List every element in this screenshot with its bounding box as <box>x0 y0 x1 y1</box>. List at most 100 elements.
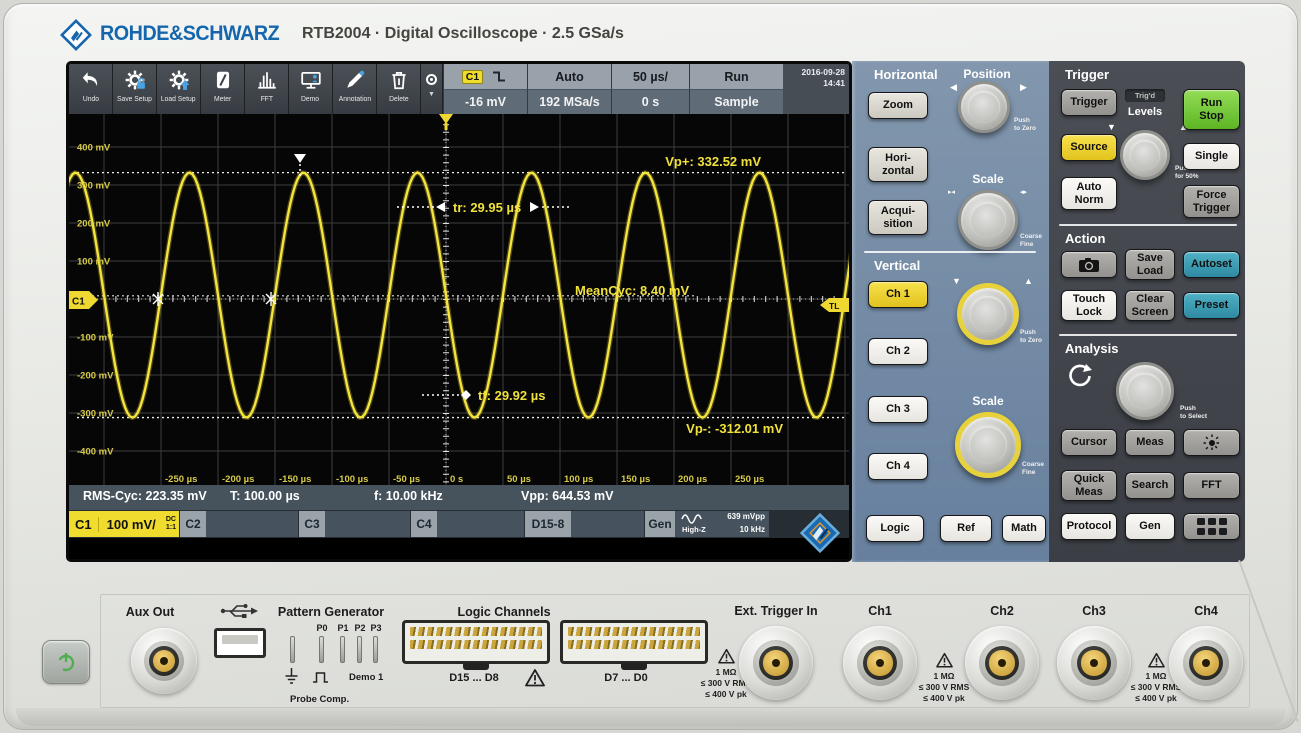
rs-logo-icon <box>58 17 94 53</box>
rise-time-annotation: tr: 29.95 µs <box>453 200 521 215</box>
ch4-connector <box>1169 626 1243 700</box>
cursor-button[interactable]: Cursor <box>1061 429 1117 456</box>
svg-text:-300 mV: -300 mV <box>77 409 114 420</box>
source-button[interactable]: Source <box>1061 134 1117 161</box>
toolbar-save-setup-button[interactable]: Save Setup <box>113 64 157 114</box>
trigger-levels-knob[interactable] <box>1120 130 1170 180</box>
waveform-area[interactable]: 400 mV300 mV200 mV100 mV0 V-100 mV-200 m… <box>69 114 849 485</box>
channel1-button[interactable]: Ch 1 <box>868 281 928 308</box>
levels-label: Levels <box>1125 106 1165 118</box>
toolbar-delete-button[interactable]: Delete <box>377 64 421 114</box>
protocol-button[interactable]: Protocol <box>1061 513 1117 540</box>
horizontal-button[interactable]: Hori- zontal <box>868 147 928 182</box>
channel4-button[interactable]: Ch 4 <box>868 453 928 480</box>
svg-text:TL: TL <box>829 301 839 311</box>
channel3-tab[interactable]: C3 <box>299 511 410 537</box>
preset-button[interactable]: Preset <box>1183 292 1240 319</box>
channel2-button[interactable]: Ch 2 <box>868 338 928 365</box>
status-acquire-mode[interactable]: Sample <box>689 89 783 114</box>
horizontal-scale-label: Scale <box>958 172 1018 186</box>
channel3-button[interactable]: Ch 3 <box>868 396 928 423</box>
run-stop-button[interactable]: Run Stop <box>1183 89 1240 130</box>
navigation-knob[interactable] <box>1116 362 1174 420</box>
gen-button[interactable]: Gen <box>1125 513 1175 540</box>
svg-text:-250 µs: -250 µs <box>165 474 197 485</box>
acquisition-button[interactable]: Acqui- sition <box>868 200 928 235</box>
auto-norm-button[interactable]: Auto Norm <box>1061 177 1117 210</box>
measurement-vpp: Vpp: 644.53 mV <box>521 489 613 503</box>
svg-text:-200 mV: -200 mV <box>77 371 114 382</box>
vertical-scale-knob[interactable] <box>955 412 1021 478</box>
status-sample-rate[interactable]: 192 MSa/s <box>527 89 611 114</box>
svg-text:200 mV: 200 mV <box>77 219 111 230</box>
logic-button[interactable]: Logic <box>866 515 924 542</box>
vertical-position-knob[interactable] <box>957 283 1019 345</box>
quick-meas-button[interactable]: Quick Meas <box>1061 470 1117 501</box>
screenshot-button[interactable] <box>1061 251 1117 278</box>
arrow-down-icon: ▼ <box>952 277 961 286</box>
toolbar-demo-button[interactable]: Demo <box>289 64 333 114</box>
zoom-button[interactable]: Zoom <box>868 92 928 119</box>
search-button[interactable]: Search <box>1125 472 1175 499</box>
demo1-label: Demo 1 <box>349 672 383 683</box>
power-icon <box>54 650 78 674</box>
save-load-button[interactable]: Save Load <box>1125 249 1175 280</box>
clear-screen-button[interactable]: Clear Screen <box>1125 290 1175 321</box>
status-datetime: 2016-09-28 14:41 <box>783 64 849 114</box>
ground-icon <box>285 668 298 685</box>
status-trigger-source[interactable]: C1 <box>443 64 527 89</box>
meas-button[interactable]: Meas <box>1125 429 1175 456</box>
fft-button[interactable]: FFT <box>1183 472 1240 499</box>
trigd-indicator: Trig'd <box>1125 89 1165 102</box>
pin-p2-label: P2 <box>353 623 367 633</box>
aux-out-connector <box>131 628 197 694</box>
ch3-connector <box>1057 626 1131 700</box>
toolbar-undo-button[interactable]: Undo <box>69 64 113 114</box>
svg-text:-50 µs: -50 µs <box>393 474 420 485</box>
pin-p0-label: P0 <box>315 623 329 633</box>
apps-grid-icon <box>1197 518 1227 535</box>
brightness-icon <box>1203 434 1221 452</box>
force-trigger-button[interactable]: Force Trigger <box>1183 185 1240 218</box>
status-timebase[interactable]: 50 µs/ <box>611 64 689 89</box>
channel2-tab[interactable]: C2 <box>180 511 298 537</box>
math-button[interactable]: Math <box>1002 515 1046 542</box>
pattern-generator-label: Pattern Generator <box>256 605 406 619</box>
toolbar-annotation-button[interactable]: Annotation <box>333 64 377 114</box>
trigger-button[interactable]: Trigger <box>1061 89 1117 116</box>
horizontal-position-knob[interactable] <box>958 81 1010 133</box>
ref-button[interactable]: Ref <box>940 515 992 542</box>
channel4-tab[interactable]: C4 <box>411 511 524 537</box>
trigger-position-marker[interactable] <box>439 114 453 124</box>
ch4-label: Ch4 <box>1176 604 1236 618</box>
square-wave-icon <box>312 671 329 684</box>
horizontal-scale-knob[interactable] <box>958 190 1018 250</box>
svg-text:50 µs: 50 µs <box>507 474 531 485</box>
logic-connector-high <box>402 620 550 664</box>
status-trigger-mode[interactable]: Auto <box>527 64 611 89</box>
status-run-state[interactable]: Run <box>689 64 783 89</box>
digital-channels-tab[interactable]: D15-8 <box>525 511 644 537</box>
ch1-connector <box>843 626 917 700</box>
channel1-tab[interactable]: C1 100 mV/ DC 1:1 <box>69 511 179 537</box>
d7-d0-label: D7 ... D0 <box>566 672 686 684</box>
toolbar-load-setup-button[interactable]: Load Setup <box>157 64 201 114</box>
horizontal-position-label: Position <box>952 67 1022 81</box>
power-button[interactable] <box>42 640 90 684</box>
toolbar-fft-button[interactable]: FFT <box>245 64 289 114</box>
ch2-connector <box>965 626 1039 700</box>
toolbar-record-button[interactable]: ▼ <box>421 64 443 114</box>
single-button[interactable]: Single <box>1183 143 1240 170</box>
intensity-button[interactable] <box>1183 429 1240 456</box>
falling-edge-icon <box>491 69 509 84</box>
usb-icon <box>218 603 258 619</box>
generator-tab[interactable]: Gen High-Z 639 mVpp 10 kHz <box>645 511 769 537</box>
toolbar-meter-button[interactable]: Meter <box>201 64 245 114</box>
probe-comp-pin <box>290 636 295 663</box>
apps-button[interactable] <box>1183 513 1240 540</box>
touch-lock-button[interactable]: Touch Lock <box>1061 290 1117 321</box>
autoset-button[interactable]: Autoset <box>1183 251 1240 278</box>
status-bar: C1 Auto 50 µs/ Run 2016-09-28 14:41 -16 … <box>443 64 849 114</box>
status-horizontal-position[interactable]: 0 s <box>611 89 689 114</box>
status-trigger-level[interactable]: -16 mV <box>443 89 527 114</box>
